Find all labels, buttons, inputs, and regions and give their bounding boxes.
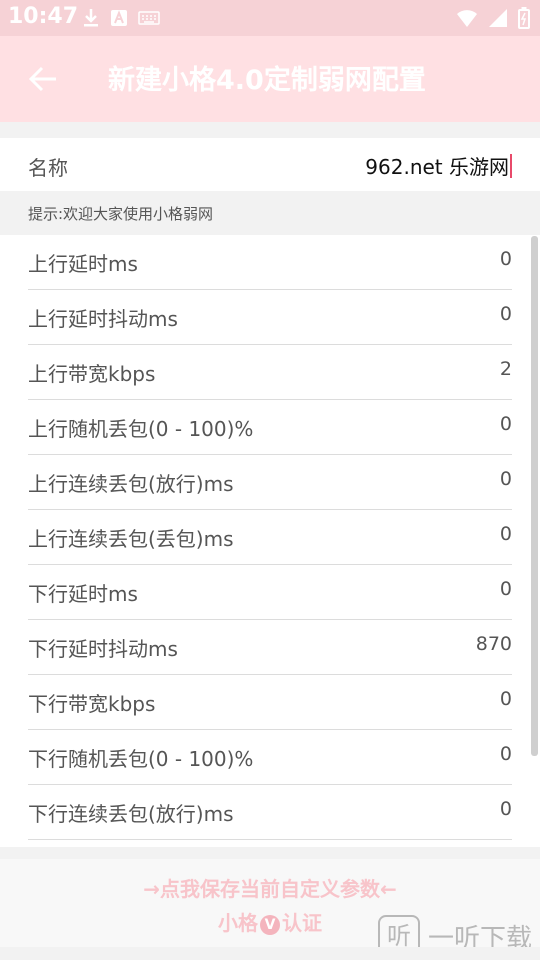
bottom-strip	[0, 947, 540, 960]
divider	[0, 122, 540, 138]
setting-value[interactable]: 0	[500, 248, 512, 270]
name-field-label: 名称	[28, 156, 68, 180]
cert-text: 小格	[218, 911, 258, 935]
setting-label: 上行随机丢包(0 - 100)%	[28, 417, 254, 441]
verified-icon: V	[260, 914, 280, 935]
setting-value[interactable]: 870	[476, 633, 512, 655]
download-icon	[84, 9, 98, 27]
signal-icon	[489, 9, 507, 27]
setting-row[interactable]: 上行连续丢包(放行)ms 0	[28, 455, 512, 510]
setting-label: 下行延时ms	[28, 582, 138, 606]
text-cursor	[510, 153, 512, 178]
name-input[interactable]: 962.net 乐游网	[365, 151, 512, 180]
save-button[interactable]: →点我保存当前自定义参数←	[0, 873, 540, 902]
setting-row[interactable]: 下行连续丢包(放行)ms 0	[28, 785, 512, 840]
keyboard-icon	[138, 11, 160, 25]
wifi-icon	[457, 10, 477, 27]
setting-value[interactable]: 0	[500, 303, 512, 325]
divider	[0, 847, 540, 859]
scrollbar[interactable]	[531, 236, 538, 756]
setting-row[interactable]: 下行延时抖动ms 870	[28, 620, 512, 675]
setting-label: 上行延时抖动ms	[28, 307, 178, 331]
setting-value[interactable]: 0	[500, 523, 512, 545]
setting-label: 上行带宽kbps	[28, 362, 156, 386]
setting-label: 下行连续丢包(放行)ms	[28, 802, 234, 826]
setting-row[interactable]: 上行连续丢包(丢包)ms 0	[28, 510, 512, 565]
name-field[interactable]: 名称 962.net 乐游网	[0, 138, 540, 191]
arrow-left-icon[interactable]	[26, 62, 60, 96]
a-icon	[111, 10, 127, 26]
battery-icon	[518, 7, 530, 29]
setting-row[interactable]: 下行随机丢包(0 - 100)% 0	[28, 730, 512, 785]
cert-text-suffix: 认证	[282, 911, 322, 935]
setting-value[interactable]: 2	[500, 358, 512, 380]
setting-row[interactable]: 上行随机丢包(0 - 100)% 0	[28, 400, 512, 455]
setting-label: 下行带宽kbps	[28, 692, 156, 716]
tip-text: 提示:欢迎大家使用小格弱网	[28, 205, 214, 223]
setting-value[interactable]: 0	[500, 413, 512, 435]
setting-value[interactable]: 0	[500, 468, 512, 490]
setting-row[interactable]: 下行延时ms 0	[28, 565, 512, 620]
setting-value[interactable]: 0	[500, 798, 512, 820]
setting-label: 上行连续丢包(放行)ms	[28, 472, 234, 496]
setting-label: 上行延时ms	[28, 252, 138, 276]
setting-label: 下行延时抖动ms	[28, 637, 178, 661]
setting-label: 上行连续丢包(丢包)ms	[28, 527, 234, 551]
status-bar: 10:47	[0, 0, 540, 36]
setting-row[interactable]: 下行带宽kbps 0	[28, 675, 512, 730]
name-input-value: 962.net 乐游网	[365, 155, 509, 179]
settings-list: 上行延时ms 0 上行延时抖动ms 0 上行带宽kbps 2 上行随机丢包(0 - 1…	[0, 235, 540, 847]
setting-value[interactable]: 0	[500, 743, 512, 765]
page-title: 新建小格4.0定制弱网配置	[108, 65, 426, 96]
app-bar: 新建小格4.0定制弱网配置	[0, 36, 540, 122]
status-time: 10:47	[8, 4, 79, 29]
tip-bar: 提示:欢迎大家使用小格弱网	[0, 191, 540, 235]
setting-label: 下行随机丢包(0 - 100)%	[28, 747, 254, 771]
setting-row[interactable]: 上行带宽kbps 2	[28, 345, 512, 400]
setting-value[interactable]: 0	[500, 688, 512, 710]
setting-row[interactable]: 上行延时ms 0	[28, 235, 512, 290]
setting-row[interactable]: 上行延时抖动ms 0	[28, 290, 512, 345]
setting-value[interactable]: 0	[500, 578, 512, 600]
